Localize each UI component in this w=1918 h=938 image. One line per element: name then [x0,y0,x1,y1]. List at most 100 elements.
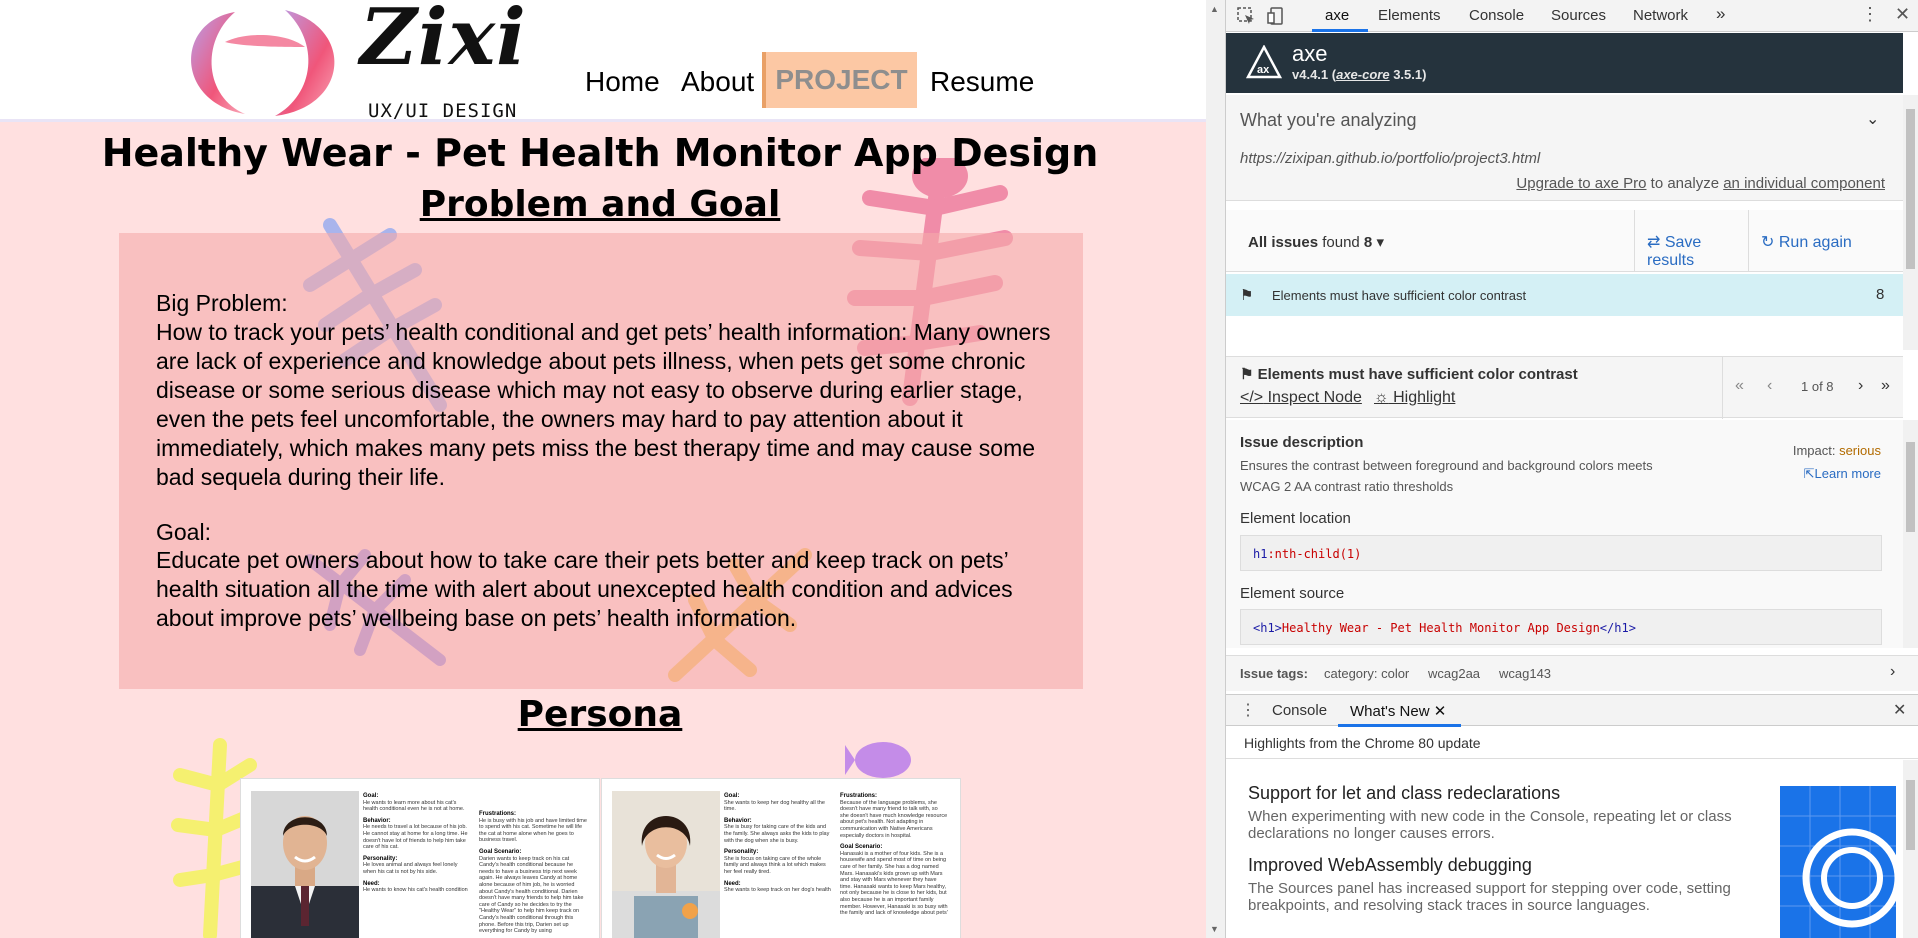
news-item-title[interactable]: Support for let and class redeclarations [1248,783,1560,804]
scroll-up-arrow-icon[interactable]: ▲ [1210,4,1219,14]
save-results-button[interactable]: ⇄ Save results [1634,210,1747,272]
tab-network[interactable]: Network [1633,7,1688,24]
issue-description-text: Ensures the contrast between foreground … [1240,458,1653,494]
issues-count: 8 [1363,234,1373,251]
axe-core-link[interactable]: axe-core [1336,67,1389,82]
scrollbar-thumb[interactable] [1906,109,1915,269]
devtools-panel: axe Elements Console Sources Network » ⋮… [1226,0,1918,938]
close-tab-icon[interactable]: ✕ [1434,703,1447,720]
scroll-down-arrow-icon[interactable]: ▼ [1210,924,1219,934]
persona-field-text: She wants to keep track on her dog's hea… [724,887,831,894]
issue-tag: category: color [1324,666,1410,681]
issue-detail-scrollbar[interactable] [1903,420,1918,648]
chevron-down-icon[interactable]: ⌄ [1866,109,1879,129]
device-toolbar-icon[interactable] [1266,6,1286,26]
nav-project-link-active[interactable]: PROJECT [762,52,917,108]
goal-text: Educate pet owners about how to take car… [156,547,1013,631]
drawer-close-icon[interactable]: ✕ [1893,700,1906,720]
analyzed-url: https://zixipan.github.io/portfolio/proj… [1240,150,1541,167]
persona-field-text: Because of the language problems, she do… [840,799,948,839]
persona-field-label: Frustrations: [840,793,878,799]
big-problem-text: How to track your pets’ health condition… [156,319,1051,490]
persona-heading: Persona [517,694,683,735]
devtools-menu-icon[interactable]: ⋮ [1861,4,1879,25]
persona-col-left: Goal: She wants to keep her dog healthy a… [724,793,832,894]
persona-field-label: Need: [724,880,741,887]
axe-version: v4.4.1 (axe-core 3.5.1) [1292,67,1426,82]
whats-new-label: What's New [1350,703,1430,720]
highlight-link[interactable]: ☼ Highlight [1374,389,1455,407]
axe-scrollbar[interactable] [1903,95,1918,350]
persona-field-label: Personality: [724,849,759,856]
persona-field-text: She wants to keep her dog healthy all th… [724,799,825,813]
element-location-selector[interactable]: h1:nth-child(1) [1240,535,1882,571]
devtools-tabbar: axe Elements Console Sources Network » ⋮… [1226,0,1918,32]
persona-field-label: Personality: [363,855,398,862]
drawer-tabbar: ⋮ Console What's New ✕ ✕ [1226,694,1918,727]
persona-field-text: She is focus on taking care of the whole… [724,855,826,875]
issue-detail-title: ⚑ Elements must have sufficient color co… [1240,365,1578,383]
last-page-icon[interactable]: » [1881,377,1890,395]
next-page-icon[interactable]: › [1858,377,1863,395]
source-close-tag: </h1> [1599,621,1636,635]
chrome-update-illustration-icon [1780,786,1896,938]
tab-sources[interactable]: Sources [1551,7,1606,24]
inspect-node-link[interactable]: </> Inspect Node [1240,389,1362,407]
upgrade-link[interactable]: Upgrade to axe Pro [1516,175,1646,192]
nav-resume-link[interactable]: Resume [930,66,1034,98]
tab-console[interactable]: Console [1469,7,1524,24]
persona-card-darien: Goal: He wants to learn more about his ca… [240,778,600,938]
more-tabs-button[interactable]: » [1716,4,1725,24]
goal-label: Goal: [156,519,211,545]
issues-toolbar: All issues found 8 ▾ ⇄ Save results ↻ Ru… [1226,210,1903,272]
tab-axe[interactable]: axe [1325,7,1349,24]
scrollbar-thumb[interactable] [1906,780,1915,850]
persona-field-text: She is busy for taking care of the kids … [724,824,830,844]
caret-down-icon: ▾ [1376,234,1384,251]
tab-elements[interactable]: Elements [1378,7,1441,24]
refresh-icon: ↻ [1761,234,1775,251]
chevron-right-icon[interactable]: › [1890,663,1895,681]
axe-version-text: v4.4.1 ( [1292,67,1337,82]
selector-tag: h1 [1253,547,1268,561]
big-problem-label: Big Problem: [156,290,288,316]
scrollbar-thumb[interactable] [1906,442,1915,532]
code-icon: </> [1240,389,1264,406]
persona-field-label: Goal Scenario: [479,848,522,855]
issues-filter-dropdown[interactable]: All issues found 8 ▾ [1248,233,1384,251]
element-source-code[interactable]: <h1>Healthy Wear - Pet Health Monitor Ap… [1240,609,1882,645]
axe-logo-icon: ax [1246,45,1282,79]
issue-tags-bar[interactable]: Issue tags: category: color wcag2aa wcag… [1226,655,1918,691]
swap-arrows-icon: ⇄ [1647,234,1661,251]
logo-swirl-icon [191,10,335,116]
selector-pseudo: :nth-child(1) [1267,547,1362,561]
page-scrollbar[interactable]: ▲ ▼ [1206,0,1226,938]
issue-description-title: Issue description [1240,434,1364,451]
drawer-tab-console[interactable]: Console [1272,702,1327,719]
prev-page-icon[interactable]: ‹ [1767,377,1772,395]
nav-about-link[interactable]: About [681,66,754,98]
devtools-close-icon[interactable]: ✕ [1895,4,1910,25]
persona-field-text: Hanasaki is a mother of four kids. She i… [840,850,948,917]
drawer-tab-whats-new[interactable]: What's New ✕ [1350,702,1446,720]
issue-list-row[interactable]: ⚑ Elements must have sufficient color co… [1226,274,1903,316]
logo-wordmark[interactable]: Zixi [360,0,527,83]
nav-home-link[interactable]: Home [585,66,660,98]
news-item-title[interactable]: Improved WebAssembly debugging [1248,855,1532,876]
highlights-text: Highlights from the Chrome 80 update [1244,735,1481,751]
impact-label: Impact: serious [1793,443,1881,458]
run-again-button[interactable]: ↻ Run again [1748,210,1903,272]
learn-more-link[interactable]: ⇱Learn more [1804,466,1881,482]
persona-field-text: He wants to know his cat's health condit… [363,887,468,894]
analyzing-title[interactable]: What you're analyzing [1240,110,1417,131]
first-page-icon[interactable]: « [1735,377,1744,395]
axe-header: ax axe v4.4.1 (axe-core 3.5.1) [1226,33,1903,93]
inspect-element-icon[interactable] [1236,6,1256,26]
highlight-icon: ☼ [1374,389,1389,406]
drawer-scrollbar[interactable] [1903,760,1918,938]
drawer-menu-icon[interactable]: ⋮ [1240,700,1256,720]
component-link[interactable]: an individual component [1723,175,1885,192]
active-tab-indicator [1312,29,1368,32]
persona-field-label: Goal Scenario: [840,844,883,851]
persona-field-label: Behavior: [363,817,391,824]
